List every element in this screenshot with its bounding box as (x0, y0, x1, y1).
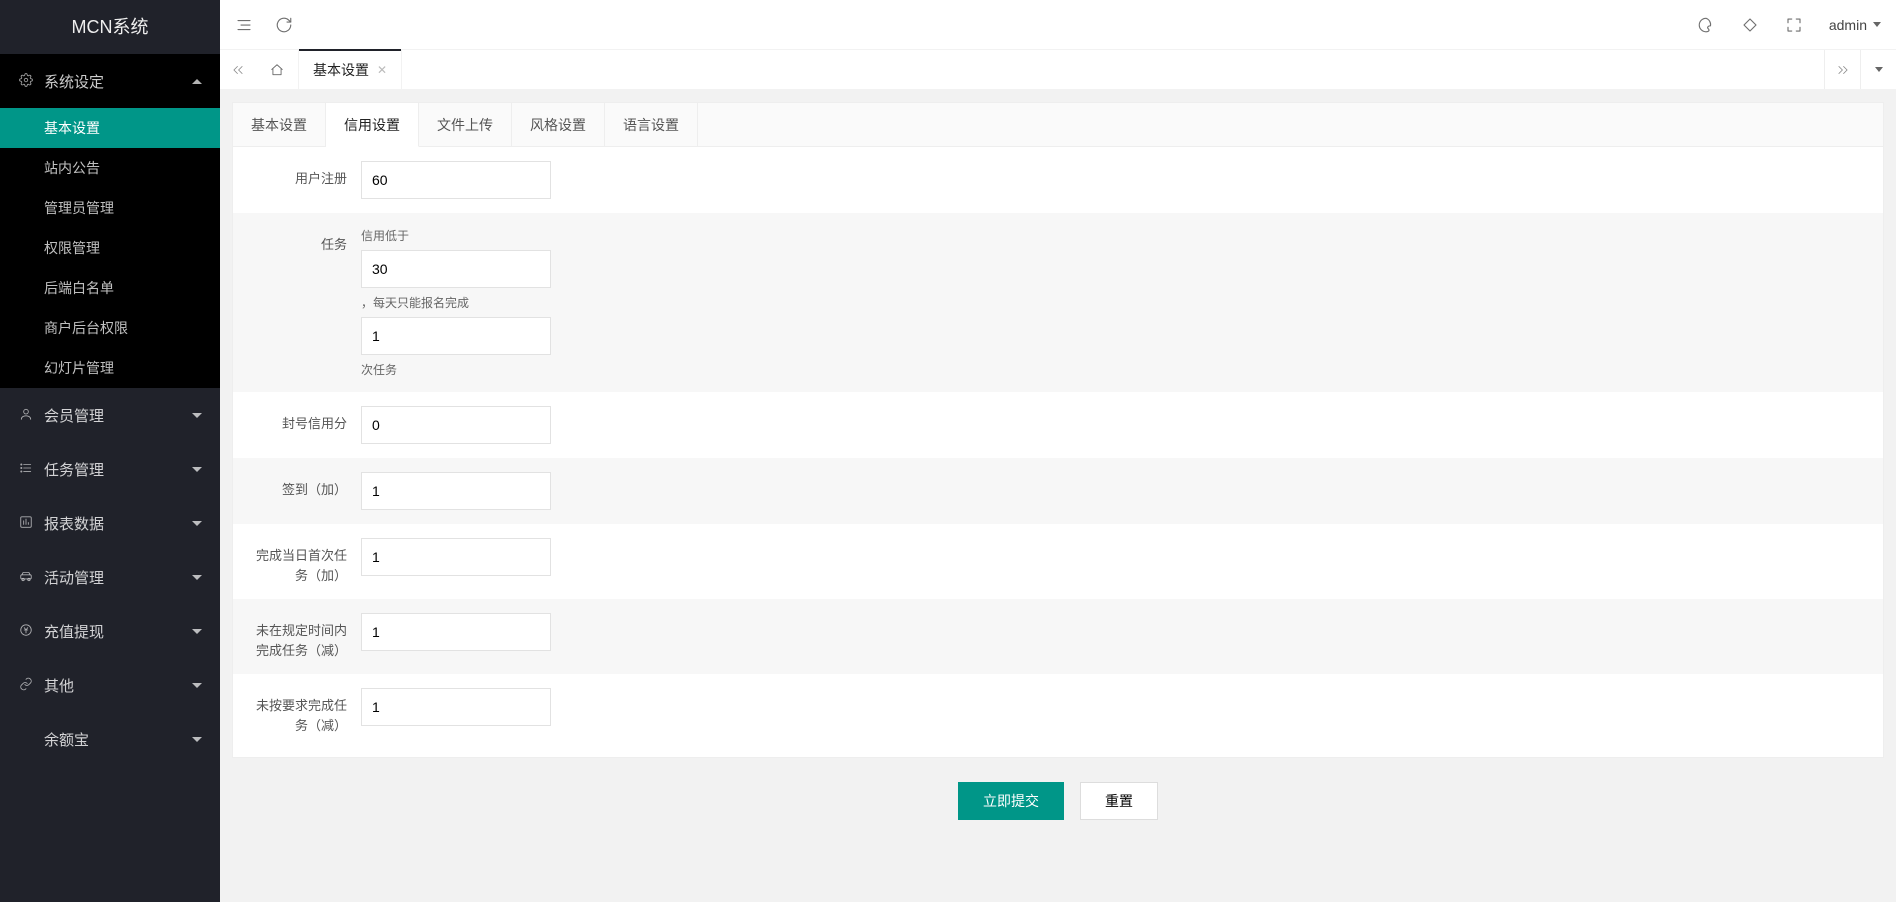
chevron-down-icon (192, 683, 202, 688)
input-first-task-add[interactable] (361, 538, 551, 576)
caret-down-icon (1873, 22, 1881, 27)
input-user-register[interactable] (361, 161, 551, 199)
sidebar-item-backend-whitelist[interactable]: 后端白名单 (0, 268, 220, 308)
settings-card: 基本设置 信用设置 文件上传 风格设置 语言设置 用户注册 任务 信用低于 (232, 102, 1884, 758)
credit-form: 用户注册 任务 信用低于 ，每天只能报名完成 次任务 (233, 147, 1883, 757)
label-checkin-add: 签到（加） (251, 472, 361, 500)
sidebar-item-permission[interactable]: 权限管理 (0, 228, 220, 268)
sidebar-group-yuebao[interactable]: 余额宝 (0, 712, 220, 766)
tab-label: 基本设置 (313, 60, 369, 80)
label-ban-score: 封号信用分 (251, 406, 361, 434)
note-icon[interactable] (1741, 16, 1759, 34)
label-task: 任务 (251, 227, 361, 255)
sidebar-group-member[interactable]: 会员管理 (0, 388, 220, 442)
content: 基本设置 信用设置 文件上传 风格设置 语言设置 用户注册 任务 信用低于 (220, 90, 1896, 902)
row-user-register: 用户注册 (233, 147, 1883, 213)
chevron-up-icon (192, 79, 202, 84)
gear-icon (18, 73, 34, 90)
tabs-more[interactable] (1860, 50, 1896, 89)
tabs-scroll-right[interactable] (1824, 50, 1860, 89)
sidebar-group-report[interactable]: 报表数据 (0, 496, 220, 550)
inner-tab-credit[interactable]: 信用设置 (326, 103, 419, 147)
main: admin 基本设置 ✕ 基本设置 信用设置 文件 (220, 0, 1896, 902)
sidebar-group-label: 会员管理 (44, 405, 104, 426)
label-first-task-add: 完成当日首次任务（加） (251, 538, 361, 585)
hint-credit-below: 信用低于 (361, 227, 551, 244)
app-title: MCN系统 (0, 0, 220, 54)
chevron-down-icon (192, 575, 202, 580)
sidebar-group-label: 充值提现 (44, 621, 104, 642)
car-icon (18, 569, 34, 586)
tab-basic-settings[interactable]: 基本设置 ✕ (299, 50, 402, 90)
sidebar-group-other[interactable]: 其他 (0, 658, 220, 712)
topbar: admin (220, 0, 1896, 50)
inner-tab-basic[interactable]: 基本设置 (233, 103, 326, 146)
input-not-required-sub[interactable] (361, 688, 551, 726)
refresh-icon[interactable] (275, 16, 293, 34)
fullscreen-icon[interactable] (1785, 16, 1803, 34)
coin-icon (18, 623, 34, 640)
sidebar-item-slider-manage[interactable]: 幻灯片管理 (0, 348, 220, 388)
theme-icon[interactable] (1697, 16, 1715, 34)
user-menu[interactable]: admin (1829, 17, 1881, 33)
sidebar-item-merchant-perm[interactable]: 商户后台权限 (0, 308, 220, 348)
row-checkin-add: 签到（加） (233, 458, 1883, 524)
sidebar-subitems-system: 基本设置 站内公告 管理员管理 权限管理 后端白名单 商户后台权限 幻灯片管理 (0, 108, 220, 388)
inner-tab-upload[interactable]: 文件上传 (419, 103, 512, 146)
label-not-required-sub: 未按要求完成任务（减） (251, 688, 361, 735)
sidebar-group-label: 余额宝 (44, 729, 89, 750)
form-buttons: 立即提交 重置 (232, 758, 1884, 860)
row-ban-score: 封号信用分 (233, 392, 1883, 458)
sidebar-item-announcement[interactable]: 站内公告 (0, 148, 220, 188)
tabs-scroll-left[interactable] (220, 50, 256, 89)
list-icon (18, 461, 34, 478)
sidebar-item-basic-settings[interactable]: 基本设置 (0, 108, 220, 148)
hint-daily-limit: ，每天只能报名完成 (361, 294, 551, 311)
inner-tab-language[interactable]: 语言设置 (605, 103, 698, 146)
user-icon (18, 407, 34, 424)
sidebar-group-label: 任务管理 (44, 459, 104, 480)
chevron-down-icon (192, 521, 202, 526)
sidebar: MCN系统 系统设定 基本设置 站内公告 管理员管理 权限管理 后端白名单 商户… (0, 0, 220, 902)
tab-home[interactable] (256, 50, 299, 90)
chart-icon (18, 515, 34, 532)
input-overtime-sub[interactable] (361, 613, 551, 651)
inner-tabs: 基本设置 信用设置 文件上传 风格设置 语言设置 (233, 103, 1883, 147)
caret-down-icon (1875, 67, 1883, 72)
input-checkin-add[interactable] (361, 472, 551, 510)
chevron-down-icon (192, 629, 202, 634)
collapse-sidebar-icon[interactable] (235, 16, 253, 34)
submit-button[interactable]: 立即提交 (958, 782, 1064, 820)
label-overtime-sub: 未在规定时间内完成任务（减） (251, 613, 361, 660)
chevron-down-icon (192, 737, 202, 742)
sidebar-item-admin-manage[interactable]: 管理员管理 (0, 188, 220, 228)
sidebar-group-recharge[interactable]: 充值提现 (0, 604, 220, 658)
home-icon (270, 63, 284, 77)
sidebar-group-label: 报表数据 (44, 513, 104, 534)
row-overtime-sub: 未在规定时间内完成任务（减） (233, 599, 1883, 674)
chevron-down-icon (192, 467, 202, 472)
sidebar-group-label: 活动管理 (44, 567, 104, 588)
sidebar-group-label: 其他 (44, 675, 74, 696)
inner-tab-style[interactable]: 风格设置 (512, 103, 605, 146)
label-user-register: 用户注册 (251, 161, 361, 189)
sidebar-group-label: 系统设定 (44, 71, 104, 92)
reset-button[interactable]: 重置 (1080, 782, 1158, 820)
user-name: admin (1829, 17, 1867, 33)
row-not-required-sub: 未按要求完成任务（减） (233, 674, 1883, 749)
page-tab-bar: 基本设置 ✕ (220, 50, 1896, 90)
input-ban-score[interactable] (361, 406, 551, 444)
sidebar-group-system[interactable]: 系统设定 (0, 54, 220, 108)
hint-times: 次任务 (361, 361, 551, 378)
input-task-daily-count[interactable] (361, 317, 551, 355)
input-task-credit-threshold[interactable] (361, 250, 551, 288)
sidebar-group-task[interactable]: 任务管理 (0, 442, 220, 496)
chevron-down-icon (192, 413, 202, 418)
link-icon (18, 677, 34, 694)
close-icon[interactable]: ✕ (377, 63, 387, 77)
row-first-task-add: 完成当日首次任务（加） (233, 524, 1883, 599)
sidebar-group-activity[interactable]: 活动管理 (0, 550, 220, 604)
row-task: 任务 信用低于 ，每天只能报名完成 次任务 (233, 213, 1883, 392)
